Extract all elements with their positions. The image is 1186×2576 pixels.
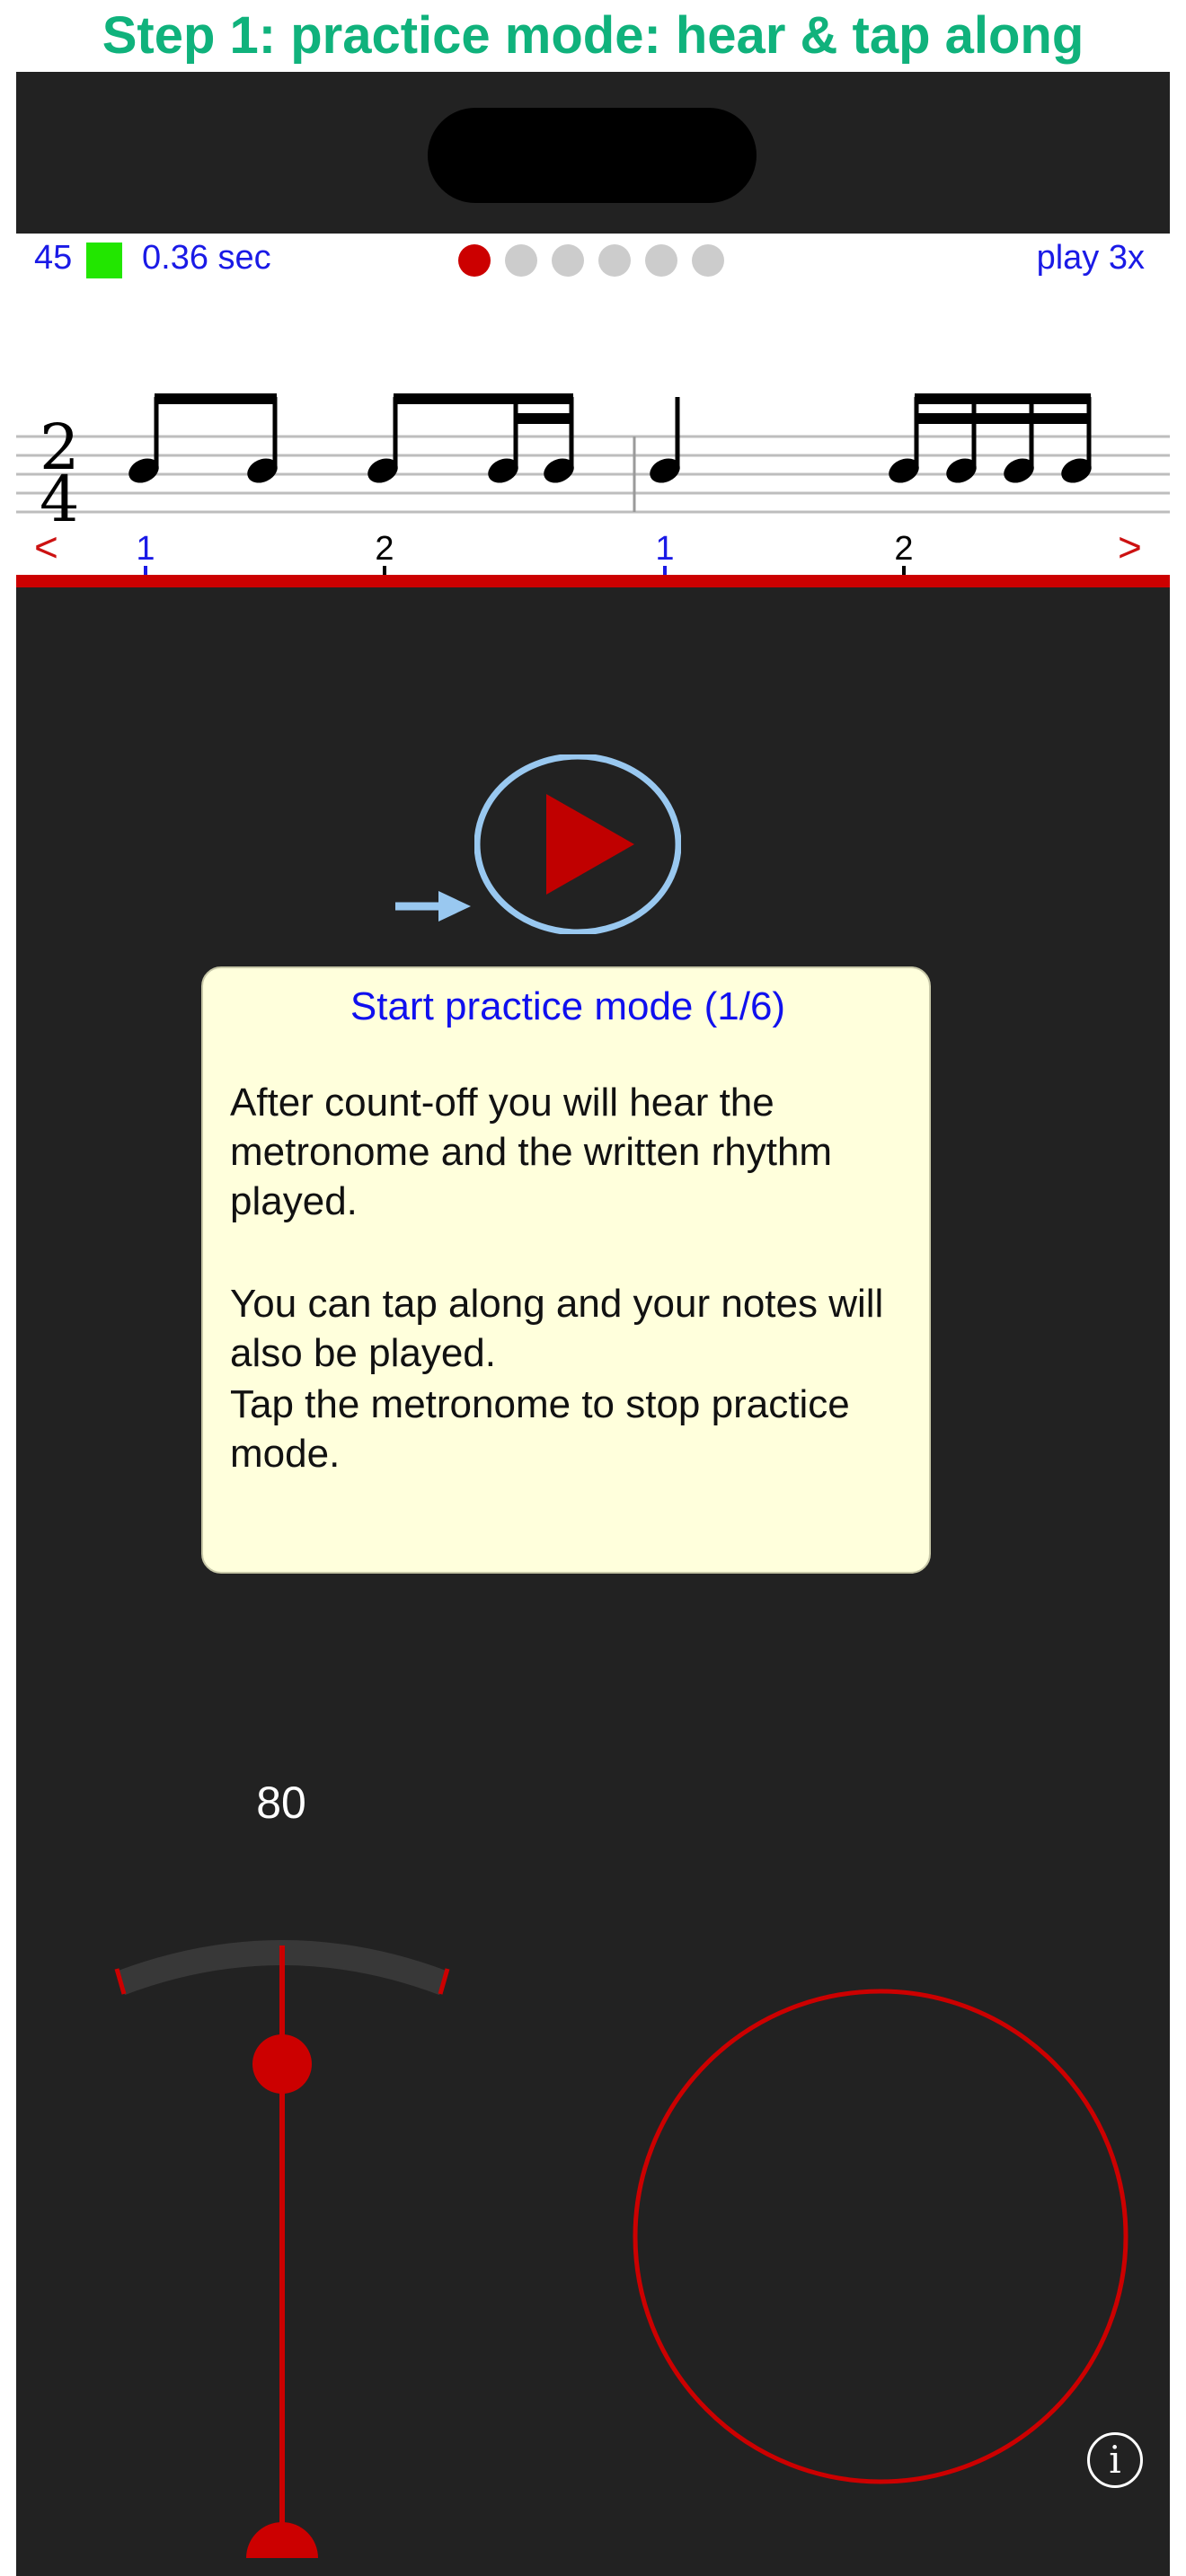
score-divider bbox=[16, 575, 1170, 587]
metronome-weight[interactable] bbox=[252, 2034, 312, 2094]
metronome-bpm[interactable]: 80 bbox=[232, 1777, 331, 1829]
progress-dot-2 bbox=[505, 244, 537, 277]
beat-tick-3 bbox=[663, 566, 667, 575]
next-button[interactable]: > bbox=[1118, 523, 1142, 571]
beat-label-3: 1 bbox=[655, 530, 675, 568]
tap-pad[interactable] bbox=[629, 1985, 1132, 2488]
beat-tick-2 bbox=[383, 566, 386, 575]
status-indicator bbox=[86, 243, 122, 278]
info-button[interactable]: i bbox=[1087, 2432, 1143, 2488]
phone-screen: 45 0.36 sec play 3x 2 4 < > 1 2 1 2 Star… bbox=[16, 72, 1170, 2576]
play-icon bbox=[546, 794, 634, 895]
tooltip-paragraph-3: Tap the metronome to stop practice mode. bbox=[230, 1382, 850, 1476]
note-group-3 bbox=[889, 393, 1092, 483]
info-icon: i bbox=[1109, 2438, 1121, 2482]
tutorial-tooltip: Start practice mode (1/6) After count-of… bbox=[201, 966, 931, 1574]
tempo-value[interactable]: 45 bbox=[34, 239, 72, 278]
progress-dot-6 bbox=[692, 244, 724, 277]
note-group-2 bbox=[367, 393, 574, 483]
tooltip-paragraph-2: You can tap along and your notes will al… bbox=[230, 1282, 884, 1375]
beat-label-4: 2 bbox=[894, 530, 914, 568]
note-quarter bbox=[650, 397, 680, 483]
previous-button[interactable]: < bbox=[34, 523, 58, 571]
metronome-base bbox=[246, 2522, 318, 2558]
play-count-button[interactable]: play 3x bbox=[1037, 239, 1145, 278]
tap-circle-icon bbox=[633, 1989, 1128, 2484]
step-headline: Step 1: practice mode: hear & tap along bbox=[102, 6, 1084, 65]
progress-dot-3 bbox=[552, 244, 584, 277]
dynamic-island bbox=[428, 108, 757, 203]
tooltip-paragraph-1: After count-off you will hear the metron… bbox=[230, 1081, 833, 1223]
play-button[interactable] bbox=[474, 754, 681, 934]
metronome[interactable] bbox=[88, 1859, 492, 2576]
note-group-1 bbox=[128, 393, 278, 483]
beat-label-1: 1 bbox=[136, 530, 155, 568]
beat-tick-4 bbox=[902, 566, 906, 575]
pointer-arrow-icon bbox=[395, 891, 471, 922]
progress-dot-4 bbox=[598, 244, 631, 277]
beat-tick-1 bbox=[144, 566, 147, 575]
time-value[interactable]: 0.36 sec bbox=[142, 239, 271, 278]
beat-label-2: 2 bbox=[375, 530, 394, 568]
tooltip-title: Start practice mode (1/6) bbox=[350, 984, 786, 1028]
progress-dot-1 bbox=[458, 244, 491, 277]
music-staff: 2 4 bbox=[16, 393, 1170, 536]
progress-dot-5 bbox=[645, 244, 677, 277]
